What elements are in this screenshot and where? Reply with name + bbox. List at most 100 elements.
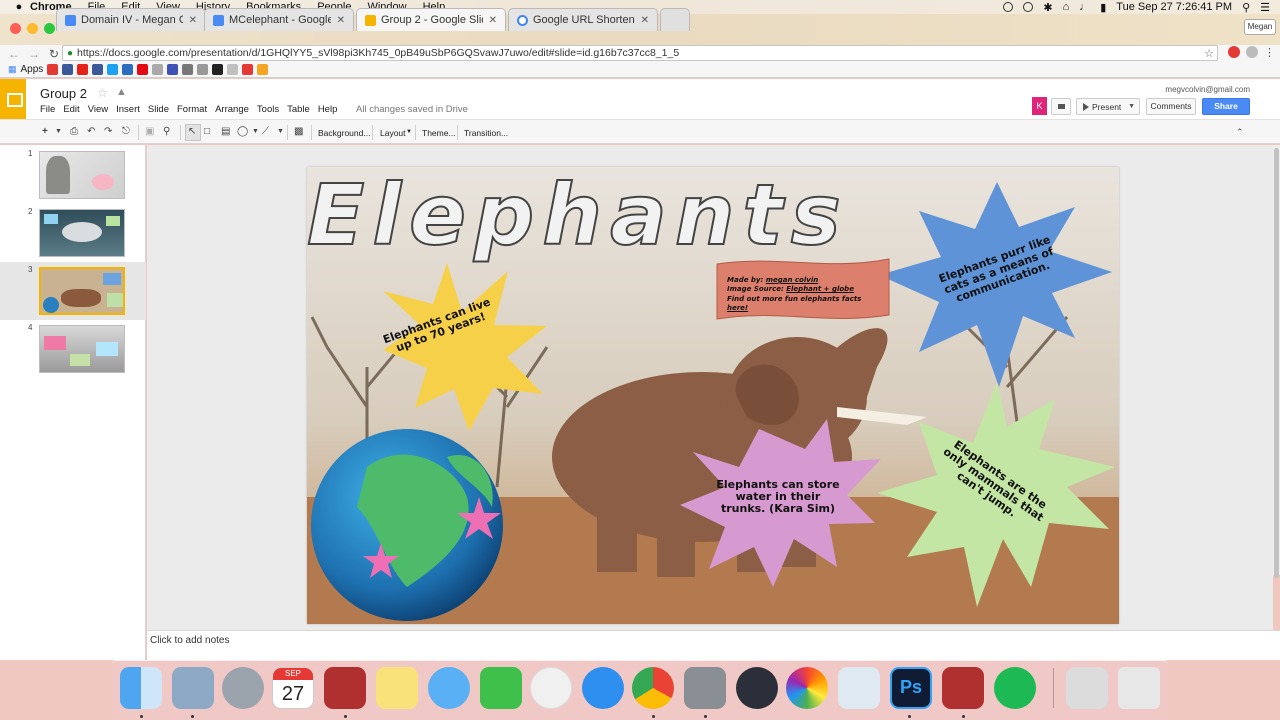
save-status[interactable]: All changes saved in Drive — [356, 104, 468, 115]
bookmark-icon[interactable] — [182, 64, 194, 75]
bluetooth-icon[interactable]: ✱ — [1043, 1, 1052, 14]
messages-icon[interactable] — [428, 667, 470, 709]
status-icon[interactable] — [1003, 2, 1014, 12]
itunes-icon[interactable] — [530, 667, 572, 709]
slides-menu-arrange[interactable]: Arrange — [215, 104, 249, 115]
bookmark-icon[interactable] — [257, 64, 269, 75]
line-icon[interactable]: ⟋ — [262, 126, 269, 137]
facetime-icon[interactable] — [480, 667, 522, 709]
redo-icon[interactable]: ↷ — [104, 126, 112, 137]
trash-icon[interactable] — [1118, 667, 1160, 709]
background-button[interactable]: Background... — [318, 128, 370, 138]
account-email[interactable]: megvcolvin@gmail.com — [1165, 85, 1250, 94]
minimize-window-button[interactable] — [27, 23, 38, 34]
bookmark-icon[interactable] — [122, 64, 134, 75]
zoom-fit-icon[interactable]: ▣ — [145, 126, 154, 137]
volume-icon[interactable]: ♩ — [1079, 1, 1090, 13]
system-preferences-icon[interactable] — [684, 667, 726, 709]
paint-format-icon[interactable]: ⎋ — [122, 126, 130, 137]
slides-menu-format[interactable]: Format — [177, 104, 207, 115]
select-cursor-icon[interactable]: ↖ — [188, 126, 196, 137]
bookmark-icon[interactable] — [227, 64, 239, 75]
fact-water-text[interactable]: Elephants can store water in their trunk… — [713, 478, 843, 515]
layout-chevron-icon[interactable]: ▼ — [406, 129, 412, 135]
close-tab-icon[interactable]: ✕ — [189, 15, 197, 26]
forward-icon[interactable]: → — [28, 47, 40, 61]
reload-icon[interactable]: ↻ — [48, 47, 60, 61]
photoshop-icon[interactable]: Ps — [890, 667, 932, 709]
youtube-icon[interactable] — [77, 64, 89, 75]
calendar-icon[interactable]: SEP 27 — [272, 667, 314, 709]
slides-menu-table[interactable]: Table — [287, 104, 310, 115]
bookmark-icon[interactable] — [92, 64, 104, 75]
shape-icon[interactable]: ◯ — [237, 126, 248, 137]
apple-menu-icon[interactable]: ● — [8, 1, 30, 13]
netflix-icon[interactable] — [137, 64, 149, 75]
collapse-menu-icon[interactable]: ⌃ — [1236, 127, 1244, 138]
new-slide-chevron-icon[interactable]: ▼ — [55, 128, 62, 135]
back-icon[interactable]: ← — [8, 47, 20, 61]
slides-menu-slide[interactable]: Slide — [148, 104, 169, 115]
menubar-clock[interactable]: Tue Sep 27 7:26:41 PM — [1116, 1, 1232, 13]
shape-chevron-icon[interactable]: ▼ — [252, 128, 259, 135]
comments-button[interactable]: Comments — [1146, 98, 1196, 115]
present-button[interactable]: Present ▼ — [1076, 98, 1140, 115]
notes-placeholder[interactable]: Click to add notes — [150, 635, 230, 646]
chat-button[interactable] — [1051, 98, 1071, 115]
tab-group-2-slides[interactable]: Group 2 - Google Slides ✕ — [356, 8, 506, 31]
tab-domain-iv[interactable]: Domain IV - Megan Colvin ✕ — [56, 8, 206, 31]
comment-icon[interactable]: ▩ — [294, 126, 303, 137]
tab-mcelephant[interactable]: MCelephant - Google Docs ✕ — [204, 8, 354, 31]
bookmark-icon[interactable] — [167, 64, 179, 75]
bookmark-icon[interactable] — [47, 64, 59, 75]
chevron-down-icon[interactable]: ▼ — [1128, 103, 1135, 110]
undo-icon[interactable]: ↶ — [87, 126, 95, 137]
battery-icon[interactable]: ▮ — [1100, 1, 1106, 14]
bookmark-icon[interactable] — [242, 64, 254, 75]
time-machine-icon[interactable] — [1023, 2, 1034, 12]
slides-menu-edit[interactable]: Edit — [63, 104, 79, 115]
speaker-notes[interactable]: Click to add notes — [147, 630, 1280, 660]
print-icon[interactable]: ⎙ — [70, 126, 78, 137]
link-icon[interactable] — [197, 64, 209, 75]
finder-icon[interactable] — [120, 667, 162, 709]
new-slide-icon[interactable]: + — [42, 126, 48, 137]
slides-menu-file[interactable]: File — [40, 104, 55, 115]
facebook-icon[interactable] — [62, 64, 74, 75]
launchpad-icon[interactable] — [222, 667, 264, 709]
star-icon[interactable]: ☆ — [97, 86, 108, 100]
close-window-button[interactable] — [10, 23, 21, 34]
image-icon[interactable]: ▤ — [221, 126, 230, 137]
slides-menu-view[interactable]: View — [88, 104, 108, 115]
photos-icon[interactable] — [786, 667, 828, 709]
slide-thumbnail-2[interactable] — [39, 209, 125, 257]
amazon-icon[interactable] — [212, 64, 224, 75]
quicktime-icon[interactable] — [736, 667, 778, 709]
zoom-icon[interactable]: ⚲ — [163, 126, 170, 137]
image-capture-icon[interactable] — [838, 667, 880, 709]
twitter-icon[interactable] — [107, 64, 119, 75]
profile-button[interactable]: Megan — [1244, 19, 1276, 35]
address-bar[interactable]: ● https://docs.google.com/presentation/d… — [62, 45, 1218, 61]
line-chevron-icon[interactable]: ▼ — [277, 128, 284, 135]
zoom-window-button[interactable] — [44, 23, 55, 34]
collaborator-avatar[interactable]: K — [1032, 97, 1047, 115]
chrome-icon[interactable] — [632, 667, 674, 709]
slides-menu-help[interactable]: Help — [318, 104, 338, 115]
current-slide[interactable]: Elephants Made by: megan colvin Image So… — [307, 167, 1119, 624]
drive-folder-icon[interactable]: ▲ — [116, 86, 127, 98]
photo-booth-icon[interactable] — [942, 667, 984, 709]
theme-button[interactable]: Theme... — [422, 128, 456, 138]
notification-center-icon[interactable]: ☰ — [1260, 1, 1270, 14]
slide-thumbnail-4[interactable] — [39, 325, 125, 373]
apps-bookmark[interactable]: Apps — [21, 64, 44, 75]
text-box-icon[interactable]: □ — [204, 126, 210, 137]
notes-app-icon[interactable] — [376, 667, 418, 709]
tab-url-shortener[interactable]: Google URL Shortener ✕ — [508, 8, 658, 31]
close-tab-icon[interactable]: ✕ — [641, 15, 649, 26]
transition-button[interactable]: Transition... — [464, 128, 508, 138]
slide-thumbnail-3[interactable] — [39, 267, 125, 315]
canvas-scrollbar[interactable] — [1273, 145, 1280, 578]
slides-menu-insert[interactable]: Insert — [116, 104, 140, 115]
wifi-icon[interactable]: ⌂ — [1063, 1, 1070, 13]
